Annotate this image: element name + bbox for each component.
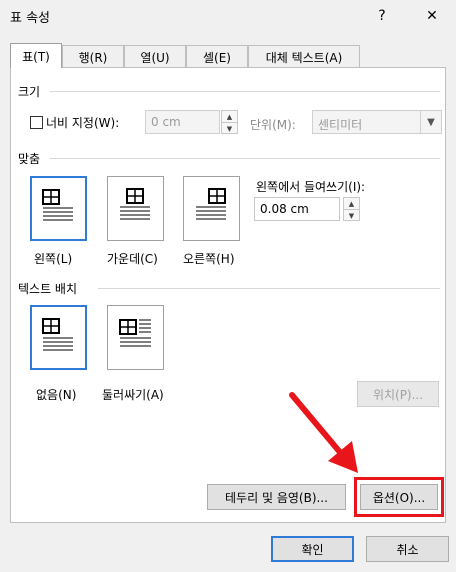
unit-dropdown[interactable]: 센티미터 ▼ — [312, 110, 442, 134]
wrap-divider — [98, 288, 440, 289]
spin-down-icon[interactable]: ▼ — [344, 209, 359, 221]
wrap-section-label: 텍스트 배치 — [18, 282, 78, 296]
wrap-none-label: 없음(N) — [36, 388, 77, 402]
window-title: 표 속성 — [10, 11, 51, 26]
unit-dropdown-value: 센티미터 — [318, 118, 363, 132]
align-right-button[interactable] — [183, 176, 240, 241]
wrap-none-icon — [42, 318, 73, 351]
tab-cell[interactable]: 셀(E) — [186, 45, 248, 68]
align-right-icon — [196, 188, 226, 220]
align-center-icon — [120, 188, 150, 220]
borders-shading-button[interactable]: 테두리 및 음영(B)... — [207, 484, 346, 510]
ok-button[interactable]: 확인 — [271, 536, 354, 562]
spin-up-icon[interactable]: ▲ — [344, 198, 359, 209]
width-checkbox-label[interactable]: 너비 지정(W): — [46, 114, 119, 131]
wrap-around-icon — [119, 319, 151, 347]
red-arrow-icon — [289, 392, 358, 473]
width-field[interactable]: 0 cm — [145, 110, 220, 134]
alignment-section-label: 맞춤 — [18, 152, 41, 166]
wrap-none-button[interactable] — [30, 305, 87, 370]
tab-table[interactable]: 표(T) — [10, 43, 62, 68]
align-right-label: 오른쪽(H) — [183, 252, 235, 266]
indent-field[interactable]: 0.08 cm — [254, 197, 340, 221]
unit-label: 단위(M): — [250, 118, 296, 132]
align-left-button[interactable] — [30, 176, 87, 241]
wrap-around-label: 둘러싸기(A) — [102, 388, 164, 402]
align-center-label: 가운데(C) — [107, 252, 158, 266]
align-center-button[interactable] — [107, 176, 164, 241]
spin-up-icon[interactable]: ▲ — [222, 111, 237, 122]
indent-spinner[interactable]: ▲ ▼ — [343, 197, 360, 221]
size-divider — [50, 91, 440, 92]
wrap-around-button[interactable] — [107, 305, 164, 370]
help-button[interactable]: ? — [362, 0, 402, 32]
options-button[interactable]: 옵션(O)... — [360, 484, 438, 510]
width-spinner[interactable]: ▲ ▼ — [221, 110, 238, 134]
size-section-label: 크기 — [18, 85, 41, 99]
width-checkbox[interactable] — [30, 116, 43, 129]
tab-column[interactable]: 열(U) — [124, 45, 186, 68]
alignment-divider — [50, 158, 440, 159]
tab-alt-text[interactable]: 대체 텍스트(A) — [248, 45, 360, 68]
indent-label: 왼쪽에서 들여쓰기(I): — [256, 180, 366, 194]
spin-down-icon[interactable]: ▼ — [222, 122, 237, 134]
align-left-label: 왼쪽(L) — [34, 252, 73, 266]
tab-row[interactable]: 행(R) — [62, 45, 124, 68]
cancel-button[interactable]: 취소 — [366, 536, 449, 562]
chevron-down-icon[interactable]: ▼ — [420, 111, 441, 133]
align-left-icon — [42, 189, 73, 221]
close-button[interactable]: ✕ — [412, 0, 452, 32]
